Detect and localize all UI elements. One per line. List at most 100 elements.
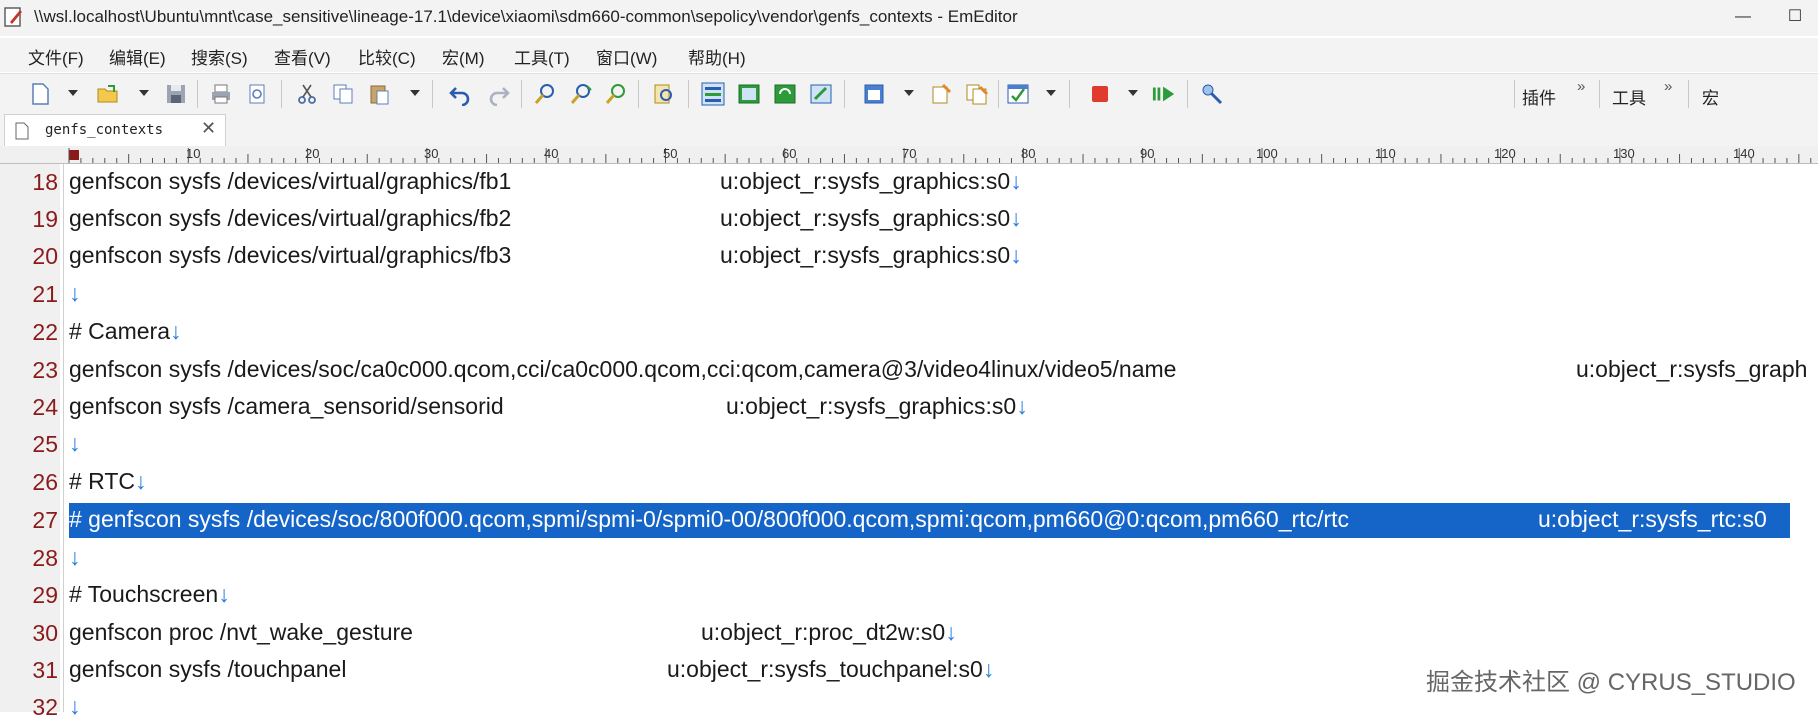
editor-line[interactable]: 25 ↓ — [0, 426, 1818, 463]
paste-icon[interactable] — [367, 82, 391, 106]
menu-search[interactable]: 搜索(S) — [191, 44, 248, 69]
save-icon[interactable] — [164, 82, 188, 106]
customize-dropdown-icon[interactable] — [1046, 90, 1056, 96]
ruler-label: 60 — [782, 146, 797, 161]
line-number: 30 — [32, 620, 58, 646]
watermark: 掘金技术社区 @ CYRUS_STUDIO — [1426, 669, 1796, 696]
line-number: 28 — [32, 545, 58, 571]
editor-line[interactable]: 22 # Camera↓ — [0, 314, 1818, 351]
line-number: 32 — [32, 694, 58, 720]
menu-view[interactable]: 查看(V) — [274, 44, 331, 69]
open-dropdown-icon[interactable] — [139, 90, 149, 96]
paste-dropdown-icon[interactable] — [410, 90, 420, 96]
column-ruler[interactable]: 10 20 30 40 50 60 70 80 90 100 110 120 1… — [0, 146, 1818, 164]
tab-genfs-contexts[interactable]: genfs_contexts ✕ — [4, 114, 226, 146]
maximize-button[interactable]: ☐ — [1772, 0, 1818, 36]
open-folder-icon[interactable] — [96, 82, 120, 106]
undo-icon[interactable] — [448, 82, 472, 106]
menu-help[interactable]: 帮助(H) — [688, 44, 746, 69]
tools-overflow-chevron-icon[interactable]: » — [1664, 78, 1672, 95]
find-in-files-icon[interactable] — [652, 82, 676, 106]
find-previous-icon[interactable] — [604, 82, 628, 106]
window-mode-dropdown-icon[interactable] — [904, 90, 914, 96]
toolbar-separator — [1688, 80, 1689, 108]
line-text: # genfscon sysfs /devices/soc/800f000.qc… — [69, 506, 1349, 532]
ruler-label: 10 — [186, 146, 201, 161]
newline-marker-icon: ↓ — [1010, 205, 1022, 231]
menu-window[interactable]: 窗口(W) — [596, 44, 657, 69]
macro-toolbar-label[interactable]: 宏 — [1702, 84, 1719, 109]
new-file-icon[interactable] — [28, 82, 52, 106]
line-context: u:object_r:sysfs_graph — [1576, 356, 1808, 382]
record-dropdown-icon[interactable] — [1128, 90, 1138, 96]
run-macro-icon[interactable] — [1152, 82, 1176, 106]
refresh-icon[interactable] — [773, 82, 797, 106]
line-number: 21 — [32, 281, 58, 307]
editor-line[interactable]: 19 genfscon sysfs /devices/virtual/graph… — [0, 201, 1818, 238]
toolbar-separator — [998, 80, 999, 108]
editor-line-selected[interactable]: 27 # genfscon sysfs /devices/soc/800f000… — [0, 502, 1818, 539]
editor-line[interactable]: 20 genfscon sysfs /devices/virtual/graph… — [0, 238, 1818, 275]
all-configurations-icon[interactable] — [965, 82, 989, 106]
line-text: genfscon sysfs /devices/soc/ca0c000.qcom… — [69, 356, 1177, 382]
editor-line[interactable]: 26 # RTC↓ — [0, 464, 1818, 501]
tab-label: genfs_contexts — [45, 122, 164, 138]
toolbar-separator — [1514, 80, 1515, 108]
new-file-dropdown-icon[interactable] — [68, 90, 78, 96]
newline-marker-icon: ↓ — [69, 544, 81, 570]
editor-line[interactable]: 28 ↓ — [0, 540, 1818, 577]
ruler-label: 50 — [663, 146, 678, 161]
editor-line[interactable]: 30 genfscon proc /nvt_wake_gesture u:obj… — [0, 615, 1818, 652]
find-next-icon[interactable] — [569, 82, 593, 106]
minimize-button[interactable]: — — [1720, 0, 1766, 36]
emeditor-app-icon[interactable] — [4, 6, 24, 28]
customize-icon[interactable] — [1006, 82, 1030, 106]
cut-icon[interactable] — [295, 82, 319, 106]
window-mode-icon[interactable] — [862, 82, 886, 106]
editor-line[interactable]: 24 genfscon sysfs /camera_sensorid/senso… — [0, 389, 1818, 426]
line-text: genfscon sysfs /touchpanel — [69, 656, 347, 682]
line-text: genfscon sysfs /camera_sensorid/sensorid — [69, 393, 504, 419]
editor-line[interactable]: 23 genfscon sysfs /devices/soc/ca0c000.q… — [0, 352, 1818, 389]
line-number: 27 — [32, 507, 58, 533]
line-number: 25 — [32, 431, 58, 457]
menu-file[interactable]: 文件(F) — [28, 44, 84, 69]
menu-edit[interactable]: 编辑(E) — [109, 44, 166, 69]
ruler-label: 130 — [1613, 146, 1635, 161]
editor-line[interactable]: 29 # Touchscreen↓ — [0, 577, 1818, 614]
toolbar-separator — [688, 80, 689, 108]
copy-icon[interactable] — [331, 82, 355, 106]
redo-icon[interactable] — [487, 82, 511, 106]
print-preview-icon[interactable] — [245, 82, 269, 106]
mark-lines-icon[interactable] — [701, 82, 725, 106]
edit-view-icon[interactable] — [809, 82, 833, 106]
menu-compare[interactable]: 比较(C) — [358, 44, 416, 69]
editor-line[interactable]: 18 genfscon sysfs /devices/virtual/graph… — [0, 164, 1818, 201]
toolbar-separator — [281, 80, 282, 108]
record-macro-icon[interactable] — [1088, 82, 1112, 106]
editor-line[interactable]: 21 ↓ — [0, 276, 1818, 313]
menu-macro[interactable]: 宏(M) — [442, 44, 484, 69]
find-icon[interactable] — [533, 82, 557, 106]
newline-marker-icon: ↓ — [218, 581, 230, 607]
tab-close-icon[interactable]: ✕ — [201, 118, 216, 139]
toolbar-separator — [1599, 80, 1600, 108]
line-context: u:object_r:sysfs_graphics:s0↓ — [720, 168, 1022, 194]
line-number: 22 — [32, 319, 58, 345]
line-number: 29 — [32, 582, 58, 608]
line-text: # Camera↓ — [69, 318, 182, 344]
plugin-tool-icon[interactable] — [1200, 82, 1224, 106]
image-view-icon[interactable] — [737, 82, 761, 106]
print-icon[interactable] — [209, 82, 233, 106]
ruler-label: 90 — [1140, 146, 1155, 161]
plugins-toolbar-label[interactable]: 插件 — [1522, 84, 1556, 109]
line-number: 23 — [32, 357, 58, 383]
line-number: 26 — [32, 469, 58, 495]
configuration-icon[interactable] — [929, 82, 953, 106]
plugins-overflow-chevron-icon[interactable]: » — [1577, 78, 1585, 95]
tools-toolbar-label[interactable]: 工具 — [1612, 84, 1646, 109]
ruler-label: 100 — [1256, 146, 1278, 161]
line-context: u:object_r:sysfs_graphics:s0↓ — [720, 205, 1022, 231]
ruler-label: 120 — [1494, 146, 1516, 161]
menu-tools[interactable]: 工具(T) — [514, 44, 570, 69]
